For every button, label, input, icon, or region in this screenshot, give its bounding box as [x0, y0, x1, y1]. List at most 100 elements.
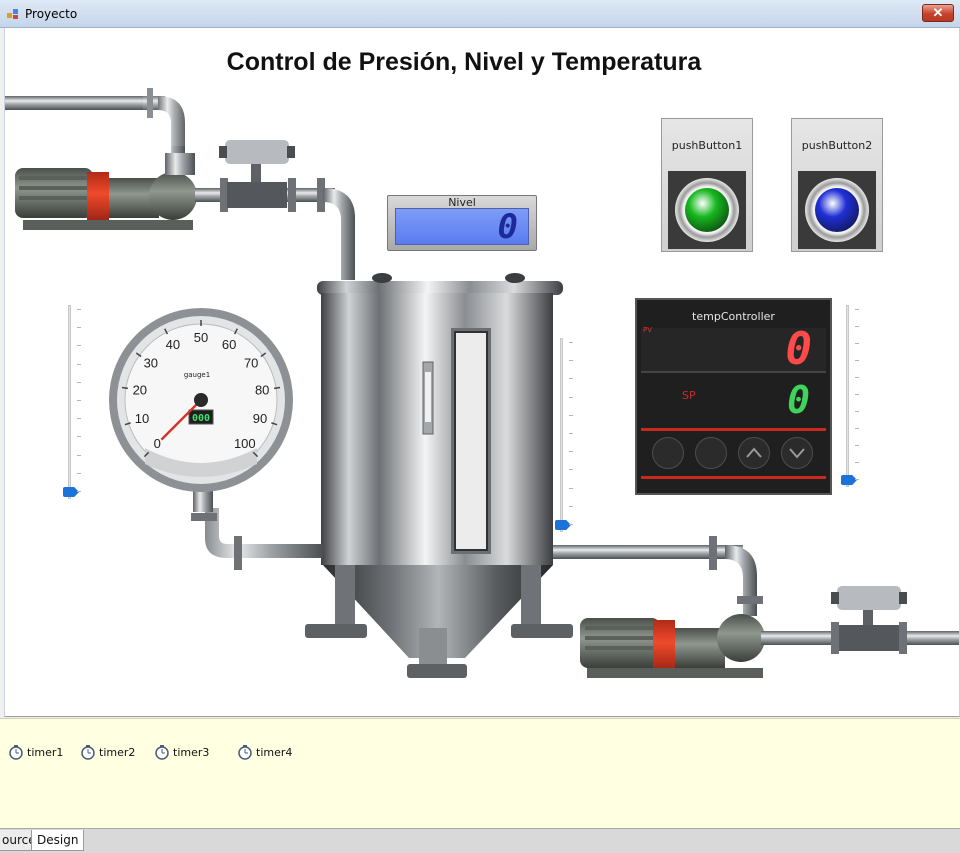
controller-key-1[interactable]	[652, 437, 684, 469]
slider-right[interactable]	[841, 305, 865, 489]
valve-bottom	[831, 586, 907, 654]
slider-tick	[77, 309, 81, 310]
gauge-tick-mark	[260, 352, 267, 358]
slider-left-thumb[interactable]	[63, 487, 79, 497]
tray-item-label: timer4	[256, 746, 293, 759]
slider-tick	[77, 418, 81, 420]
slider-tick	[77, 454, 81, 456]
slider-tick	[855, 462, 859, 463]
gauge-hub	[194, 393, 208, 407]
gauge-face: 0 10 20 30 40 50 60 70 80 90 100 gauge1 000	[121, 320, 281, 458]
tray-item-label: timer3	[173, 746, 210, 759]
gauge-tick-mark	[143, 451, 150, 458]
controller-up-button[interactable]	[738, 437, 770, 469]
pump-top-left	[15, 153, 197, 230]
close-icon: ✕	[932, 5, 944, 20]
tray-item-label: timer1	[27, 746, 64, 759]
slider-tick	[855, 360, 859, 361]
gauge-tick-mark	[121, 386, 129, 390]
stopwatch-icon	[238, 745, 252, 760]
push-button-1-label: pushButton1	[671, 139, 743, 152]
tab-design[interactable]: Design	[31, 830, 85, 851]
controller-down-button[interactable]	[781, 437, 813, 469]
temp-controller: tempController PV 0 SP 0	[635, 298, 832, 495]
pump-bottom-right	[580, 614, 765, 678]
gauge-tick-mark	[135, 352, 142, 358]
slider-tick	[569, 505, 573, 507]
pv-value: 0	[785, 324, 813, 375]
slider-middle-thumb[interactable]	[555, 520, 571, 530]
valve-top	[219, 140, 295, 208]
slider-tick	[855, 309, 859, 310]
slider-tick	[569, 524, 573, 525]
temp-controller-divider-bottom	[641, 476, 826, 479]
sp-label: SP	[682, 389, 696, 402]
gauge-tick-mark	[271, 422, 278, 426]
slider-tick	[569, 360, 573, 362]
gauge-tick-label: 90	[253, 411, 267, 426]
slider-tick	[855, 343, 859, 344]
slider-tick	[855, 428, 859, 429]
component-tray: timer1 timer2 timer3 timer4	[0, 718, 960, 828]
slider-tick	[855, 394, 859, 395]
slider-tick	[855, 479, 859, 480]
gauge-tick-mark	[124, 422, 131, 426]
slider-middle[interactable]	[555, 338, 579, 534]
slider-tick	[77, 400, 81, 401]
visual-studio-form-designer: Proyecto ✕ Control de Presión, Nivel y T…	[0, 0, 960, 853]
slider-tick	[77, 327, 81, 329]
push-button-1-plate	[668, 171, 746, 249]
push-button-1-lamp[interactable]	[685, 188, 729, 232]
gauge-tick-label: 80	[255, 382, 269, 397]
slider-left[interactable]	[63, 305, 87, 501]
chevron-down-icon	[789, 448, 805, 459]
tray-item-label: timer2	[99, 746, 136, 759]
slider-tick	[855, 411, 859, 412]
slider-tick	[569, 342, 573, 343]
temp-controller-divider-top	[641, 428, 826, 431]
level-value: 0	[497, 207, 518, 247]
gauge-tick-label: 0	[154, 436, 161, 451]
pv-label: PV	[643, 326, 653, 334]
gauge-tick-label: 100	[234, 436, 256, 451]
window-titlebar[interactable]: Proyecto ✕	[0, 0, 960, 28]
gauge-tick-mark	[233, 328, 238, 335]
view-tabs: ource Design	[0, 828, 960, 853]
push-button-2-plate	[798, 171, 876, 249]
gauge-tick-label: 50	[194, 330, 208, 345]
push-button-2-lamp[interactable]	[815, 188, 859, 232]
slider-tick	[569, 378, 573, 380]
gauge-tick-label: 70	[244, 356, 258, 371]
slider-tick	[855, 326, 859, 327]
slider-left-track	[68, 305, 71, 499]
slider-tick	[77, 381, 81, 383]
slider-tick	[569, 451, 573, 453]
slider-right-thumb[interactable]	[841, 475, 857, 485]
slider-tick	[569, 396, 573, 398]
slider-tick	[855, 445, 859, 446]
gauge-tick-label: 10	[135, 411, 149, 426]
slider-tick	[569, 469, 573, 471]
slider-right-track	[846, 305, 849, 487]
gauge-tick-label: 60	[222, 337, 236, 352]
gauge-tick-mark	[252, 451, 259, 458]
controller-key-2[interactable]	[695, 437, 727, 469]
temp-controller-title: tempController	[692, 310, 775, 323]
gauge-tick-label: 30	[144, 356, 158, 371]
slider-tick	[569, 487, 573, 489]
gauge-tick-label: 40	[166, 337, 180, 352]
app-icon	[7, 9, 18, 19]
sp-value: 0	[787, 378, 810, 422]
slider-tick	[855, 377, 859, 378]
close-button[interactable]: ✕	[922, 4, 954, 22]
push-button-2[interactable]: pushButton2	[791, 118, 883, 252]
gauge-tick-mark	[164, 328, 169, 335]
slider-tick	[77, 491, 81, 492]
slider-tick	[569, 433, 573, 434]
push-button-1[interactable]: pushButton1	[661, 118, 753, 252]
slider-middle-track	[560, 338, 563, 532]
gauge-name: gauge1	[184, 371, 210, 379]
form-canvas: Control de Presión, Nivel y Temperatura	[4, 28, 960, 717]
slider-tick	[77, 345, 81, 347]
slider-tick	[77, 472, 81, 474]
